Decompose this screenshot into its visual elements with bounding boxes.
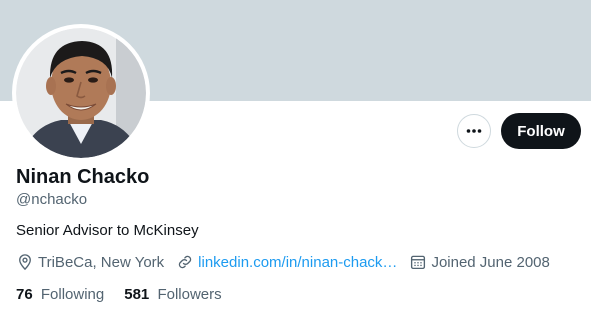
profile-stats: 76 Following 581 Followers xyxy=(16,286,242,303)
more-options-button[interactable] xyxy=(457,114,491,148)
location-text: TriBeCa, New York xyxy=(38,253,165,271)
followers-count: 581 xyxy=(124,286,150,303)
following-label: Following xyxy=(40,286,105,303)
profile-meta: TriBeCa, New York linkedin.com/in/ninan-… xyxy=(16,253,562,271)
avatar-photo xyxy=(16,28,146,158)
profile-handle: @nchacko xyxy=(16,191,88,208)
calendar-icon xyxy=(411,255,426,270)
avatar[interactable] xyxy=(12,24,150,162)
following-count: 76 xyxy=(16,286,33,303)
location-pin-icon xyxy=(19,254,31,271)
website-item[interactable]: linkedin.com/in/ninan-chack… xyxy=(176,253,397,271)
followers-stat[interactable]: 581 Followers xyxy=(124,286,221,303)
follow-button[interactable]: Follow xyxy=(501,113,581,149)
joined-item: Joined June 2008 xyxy=(409,253,550,271)
joined-text: Joined June 2008 xyxy=(431,253,550,271)
followers-label: Followers xyxy=(157,286,222,303)
more-dots-icon xyxy=(466,129,482,133)
following-stat[interactable]: 76 Following xyxy=(16,286,104,303)
profile-bio: Senior Advisor to McKinsey xyxy=(16,222,199,239)
link-icon xyxy=(178,255,192,269)
location-item: TriBeCa, New York xyxy=(16,253,164,271)
profile-name: Ninan Chacko xyxy=(16,166,150,188)
website-link[interactable]: linkedin.com/in/ninan-chack… xyxy=(198,254,397,271)
